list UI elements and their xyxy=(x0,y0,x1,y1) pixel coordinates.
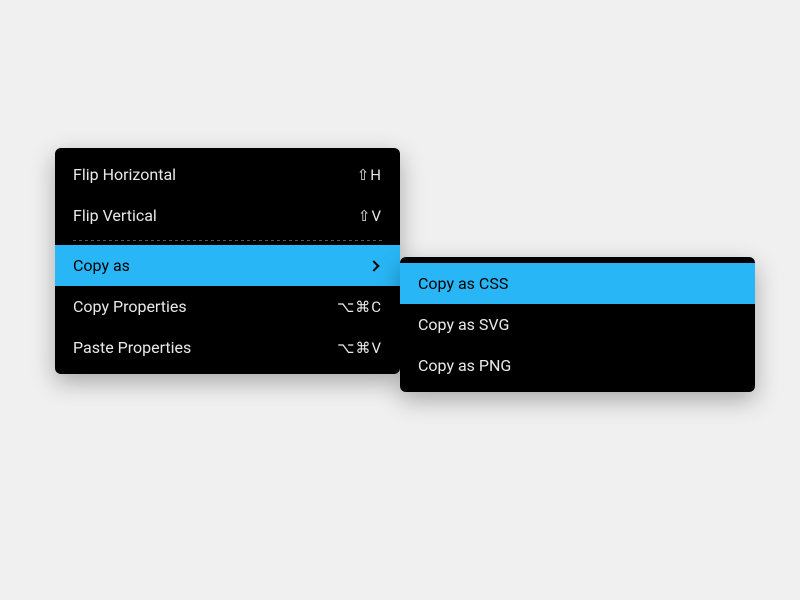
context-menu: Flip Horizontal ⇧H Flip Vertical ⇧V Copy… xyxy=(55,148,400,374)
menu-item-paste-properties[interactable]: Paste Properties ⌥⌘V xyxy=(55,327,400,368)
menu-item-copy-as-svg[interactable]: Copy as SVG xyxy=(400,304,755,345)
context-submenu: Copy as CSS Copy as SVG Copy as PNG xyxy=(400,257,755,392)
menu-item-copy-properties[interactable]: Copy Properties ⌥⌘C xyxy=(55,286,400,327)
menu-item-label: Copy as CSS xyxy=(418,274,737,293)
menu-separator xyxy=(73,240,382,241)
menu-item-shortcut: ⇧V xyxy=(358,207,382,225)
menu-item-flip-vertical[interactable]: Flip Vertical ⇧V xyxy=(55,195,400,236)
menu-item-label: Copy Properties xyxy=(73,297,337,316)
menu-item-label: Flip Vertical xyxy=(73,206,358,225)
menu-item-copy-as-png[interactable]: Copy as PNG xyxy=(400,345,755,386)
menu-item-label: Paste Properties xyxy=(73,338,337,357)
menu-item-label: Copy as PNG xyxy=(418,356,737,375)
menu-item-shortcut: ⌥⌘V xyxy=(337,339,382,357)
menu-item-label: Copy as xyxy=(73,256,370,275)
chevron-right-icon xyxy=(368,260,379,271)
menu-item-flip-horizontal[interactable]: Flip Horizontal ⇧H xyxy=(55,154,400,195)
menu-item-label: Flip Horizontal xyxy=(73,165,357,184)
menu-item-shortcut: ⇧H xyxy=(357,166,382,184)
menu-item-label: Copy as SVG xyxy=(418,315,737,334)
menu-item-shortcut: ⌥⌘C xyxy=(337,298,382,316)
menu-item-copy-as-css[interactable]: Copy as CSS xyxy=(400,263,755,304)
menu-item-copy-as[interactable]: Copy as xyxy=(55,245,400,286)
